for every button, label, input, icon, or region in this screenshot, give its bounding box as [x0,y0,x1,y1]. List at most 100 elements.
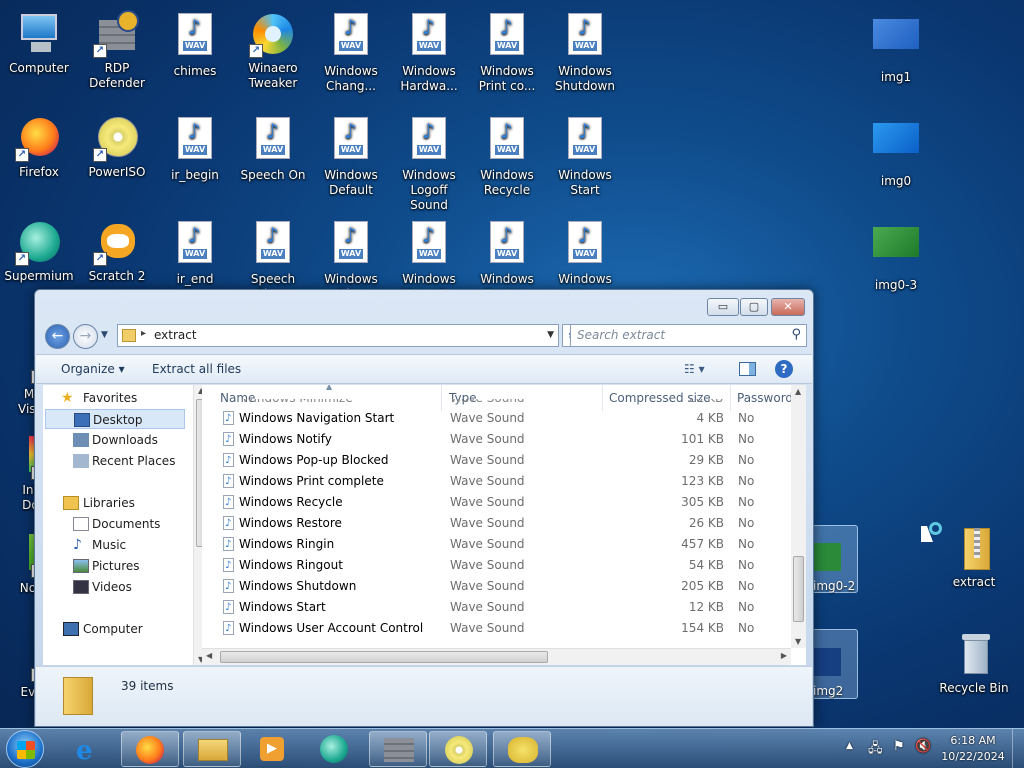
organize-button[interactable]: Organize ▾ [61,362,125,376]
start-button[interactable] [6,730,44,768]
taskbar-explorer[interactable] [183,731,241,767]
extract-all-button[interactable]: Extract all files [152,362,241,376]
scrollbar-thumb[interactable] [220,651,548,663]
action-center-flag-icon[interactable]: ⚑ [893,739,905,754]
file-row[interactable]: Windows Pop-up Blocked Wave Sound 29 KB No [214,450,784,471]
search-input[interactable]: Search extract [577,328,665,342]
desktop-image-img0-3[interactable]: img0-3 [857,218,935,293]
nav-desktop[interactable]: Desktop [45,409,185,429]
file-list-scrollbar[interactable]: ▲ ▼ [791,385,806,648]
scrollbar-thumb[interactable] [793,556,804,622]
nav-recent-places[interactable]: Recent Places [43,451,183,471]
file-password: No [738,474,755,488]
desktop-icon-label: Windows Default [324,168,378,197]
desktop-icon-label: RDP Defender [89,61,145,90]
desktop-icon-label: Windows Print co... [478,64,536,93]
scroll-up-arrow-icon[interactable]: ▲ [795,387,801,396]
desktop-wav-windows-recycle[interactable]: ♪ WAV Windows Recycle [468,114,546,198]
desktop-wav-windows-start[interactable]: ♪ WAV Windows Start [546,114,624,198]
forward-button[interactable]: → [73,324,98,349]
file-name: Windows Recycle [223,492,343,513]
minimize-button[interactable]: ▭ [707,298,739,316]
taskbar-supermium[interactable] [305,731,363,767]
file-list-horizontal-scrollbar[interactable]: ◀ ▶ [202,648,791,665]
firefox-icon [136,736,164,764]
network-icon[interactable]: 🖧 [868,739,883,761]
nav-libraries[interactable]: Libraries [43,493,183,513]
desktop-wav-windows-default[interactable]: ♪ WAV Windows Default [312,114,390,198]
file-row[interactable]: Windows User Account Control Wave Sound 15… [214,618,784,639]
desktop-recycle-bin[interactable]: Recycle Bin [935,630,1013,696]
desktop-icon-computer[interactable]: Computer [0,10,78,76]
back-button[interactable]: ← [45,324,70,349]
desktop-wav-windows-print-complete[interactable]: ♪ WAV Windows Print co... [468,10,546,94]
file-row[interactable]: Windows Recycle Wave Sound 305 KB No [214,492,784,513]
view-options-icon[interactable]: ☷ ▾ [684,362,705,376]
desktop-icon-supermium[interactable]: ↗ Supermium [0,218,78,284]
taskbar-media-player[interactable]: ▶ [244,731,302,767]
maximize-button[interactable]: ▢ [740,298,768,316]
wave-sound-icon [223,429,234,450]
explorer-window[interactable]: ▭ ▢ ✕ ← → ▼ ▸ extract ▼ ⇆ Search extract… [34,289,814,727]
file-row[interactable]: Windows Start Wave Sound 12 KB No [214,597,784,618]
desktop-icon-label: Winaero Tweaker [248,61,298,90]
volume-muted-icon[interactable]: 🔇 [915,739,931,754]
scroll-right-arrow-icon[interactable]: ▶ [781,651,787,660]
desktop-icon-scratch[interactable]: ↗ Scratch 2 [78,218,156,284]
desktop-folder-extract[interactable]: extract [935,524,1013,590]
nav-music[interactable]: ♪ Music [43,535,183,555]
address-dropdown-button[interactable]: ▼ [547,330,554,340]
taskbar-firefox[interactable] [121,731,179,767]
desktop-icon-firefox[interactable]: ↗ Firefox [0,114,78,180]
nav-videos[interactable]: Videos [43,577,183,597]
desktop-icon-label: img1 [880,70,912,84]
file-row[interactable]: Windows Shutdown Wave Sound 205 KB No [214,576,784,597]
desktop-wav-windows-change[interactable]: ♪ WAV Windows Chang... [312,10,390,94]
clock[interactable]: 6:18 AM 10/22/2024 [940,733,1006,765]
file-row[interactable]: Windows Restore Wave Sound 26 KB No [214,513,784,534]
desktop-wav-ir-begin[interactable]: ♪ WAV ir_begin [156,114,234,183]
nav-documents[interactable]: Documents [43,514,183,534]
desktop-wav-speech-on[interactable]: ♪ WAV Speech On [234,114,312,183]
desktop-wav-windows-logoff-sound[interactable]: ♪ WAV Windows Logoff Sound [390,114,468,213]
file-row[interactable]: Windows Navigation Start Wave Sound 4 KB No [214,408,784,429]
desktop-icon-rdp-defender[interactable]: ↗ RDP Defender [78,10,156,91]
nav-computer[interactable]: Computer [43,619,183,639]
nav-pictures[interactable]: Pictures [43,556,183,576]
search-box[interactable]: Search extract ⚲ [570,324,807,347]
show-hidden-icons-button[interactable]: ▲ [846,741,853,751]
help-icon[interactable]: ? [775,360,793,378]
command-bar: Organize ▾ Extract all files ☷ ▾ ? [36,354,812,384]
taskbar-internet-explorer[interactable]: e [62,731,120,767]
breadcrumb-extract[interactable]: extract [154,328,197,342]
taskbar-winaero[interactable] [493,731,551,767]
close-button[interactable]: ✕ [771,298,805,316]
show-desktop-button[interactable] [1012,729,1024,768]
desktop-image-img0[interactable]: img0 [857,114,935,189]
file-name: Windows Notify [223,429,332,450]
file-row[interactable]: Windows Print complete Wave Sound 123 KB No [214,471,784,492]
file-row[interactable]: Windows Notify Wave Sound 101 KB No [214,429,784,450]
scroll-down-arrow-icon[interactable]: ▼ [795,637,801,646]
scroll-left-arrow-icon[interactable]: ◀ [206,651,212,660]
nav-favorites[interactable]: ★ Favorites [43,388,183,408]
desktop-wav-windows-hardware[interactable]: ♪ WAV Windows Hardwa... [390,10,468,94]
taskbar-poweriso[interactable] [429,731,487,767]
desktop-wav-windows-shutdown[interactable]: ♪ WAV Windows Shutdown [546,10,624,94]
desktop-icon-poweriso[interactable]: ↗ PowerISO [78,114,156,180]
file-password: No [738,600,755,614]
file-row[interactable]: Windows Ringout Wave Sound 54 KB No [214,555,784,576]
taskbar-rdp-defender[interactable] [369,731,427,767]
desktop-icon-label: Firefox [19,165,59,179]
desktop-wav-chimes[interactable]: ♪ WAV chimes [156,10,234,79]
preview-pane-icon[interactable] [739,362,756,376]
desktop-icon-label: PowerISO [88,165,146,179]
address-bar[interactable]: ▸ extract ▼ [117,324,559,347]
desktop-wav-ir-end[interactable]: ♪ WAV ir_end [156,218,234,287]
image-thumbnail-icon [873,19,919,49]
nav-downloads[interactable]: Downloads [43,430,183,450]
recent-pages-dropdown[interactable]: ▼ [101,330,108,340]
desktop-image-img1[interactable]: img1 [857,10,935,85]
desktop-icon-winaero-tweaker[interactable]: ↗ Winaero Tweaker [234,10,312,91]
file-row[interactable]: Windows Ringin Wave Sound 457 KB No [214,534,784,555]
